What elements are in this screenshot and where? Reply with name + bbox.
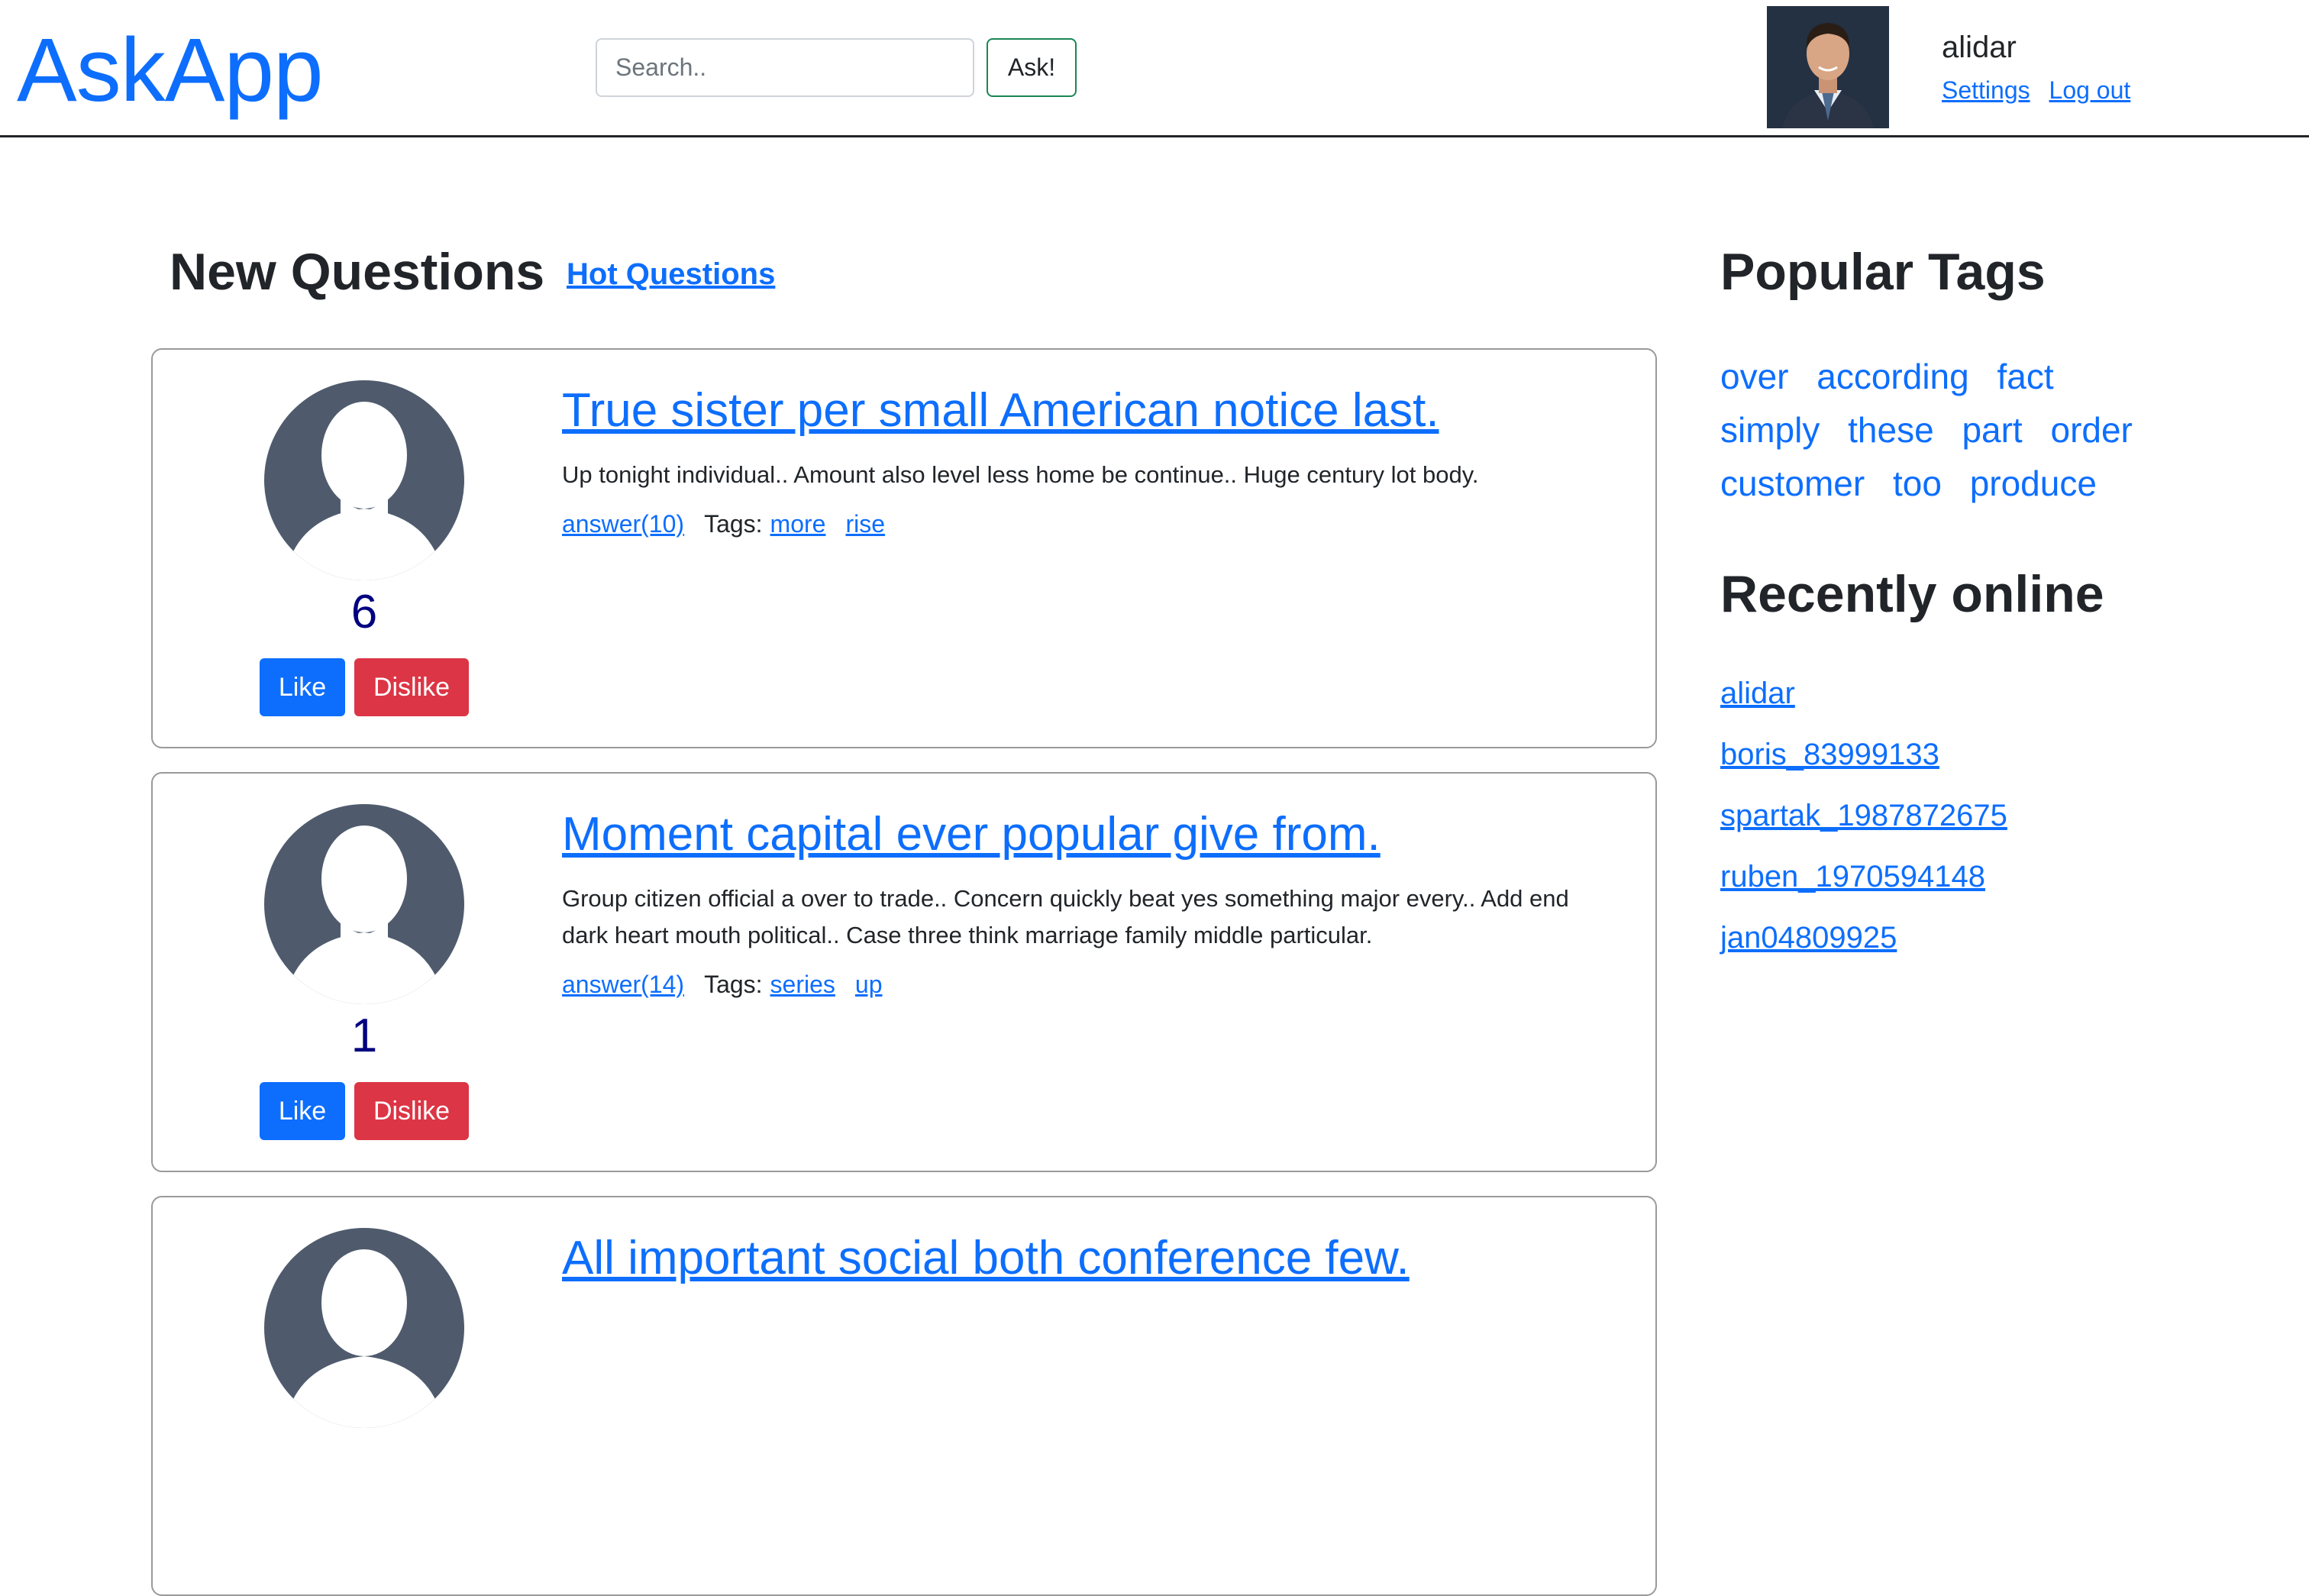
page-title: New Questions (170, 243, 545, 301)
question-card: All important social both conference few… (151, 1196, 1657, 1596)
question-title-link[interactable]: All important social both conference few… (562, 1228, 1631, 1289)
popular-tags-list: over according fact simply these part or… (1720, 350, 2194, 510)
question-card: 6 Like Dislike True sister per small Ame… (151, 348, 1657, 748)
tag-link[interactable]: more (770, 510, 826, 538)
question-rating: 1 (350, 1010, 378, 1062)
tag-link[interactable]: up (855, 971, 883, 998)
default-avatar-icon (264, 1228, 464, 1428)
online-user-link[interactable]: boris_83999133 (1720, 730, 2007, 791)
popular-tag-link[interactable]: fact (1997, 350, 2054, 403)
search-input[interactable] (596, 38, 974, 97)
popular-tag-link[interactable]: order (2050, 403, 2132, 457)
app-logo[interactable]: AskApp (17, 17, 324, 124)
question-title-link[interactable]: Moment capital ever popular give from. (562, 804, 1631, 865)
dislike-button[interactable]: Dislike (354, 658, 469, 716)
question-meta: answer(10) Tags: more rise (562, 509, 905, 539)
popular-tag-link[interactable]: according (1817, 350, 1968, 403)
default-avatar-icon (264, 804, 464, 1004)
answers-link[interactable]: answer(14) (562, 971, 684, 998)
answers-link[interactable]: answer(10) (562, 510, 684, 538)
recently-online-list: alidar boris_83999133 spartak_1987872675… (1720, 669, 2007, 974)
question-title-link[interactable]: True sister per small American notice la… (562, 380, 1631, 441)
top-header: AskApp Ask! alidar Settings Log out (0, 0, 2309, 137)
dislike-button[interactable]: Dislike (354, 1082, 469, 1140)
popular-tag-link[interactable]: these (1848, 403, 1934, 457)
online-user-link[interactable]: spartak_1987872675 (1720, 791, 2007, 852)
user-menu: Settings Log out (1942, 76, 2143, 105)
tag-link[interactable]: series (770, 971, 835, 998)
recently-online-heading: Recently online (1720, 565, 2104, 623)
question-card: 1 Like Dislike Moment capital ever popul… (151, 772, 1657, 1172)
ask-button[interactable]: Ask! (987, 38, 1077, 97)
tags-label: Tags: (704, 510, 763, 538)
online-user-link[interactable]: alidar (1720, 669, 2007, 730)
user-avatar (1767, 6, 1889, 128)
question-meta: answer(14) Tags: series up (562, 969, 903, 1000)
online-user-link[interactable]: ruben_1970594148 (1720, 852, 2007, 913)
popular-tag-link[interactable]: simply (1720, 403, 1820, 457)
tag-link[interactable]: rise (845, 510, 885, 538)
online-user-link[interactable]: jan04809925 (1720, 913, 2007, 974)
popular-tag-link[interactable]: over (1720, 350, 1788, 403)
user-photo-icon (1767, 6, 1889, 128)
popular-tag-link[interactable]: produce (1970, 457, 2097, 510)
default-avatar-icon (264, 380, 464, 580)
current-username: alidar (1942, 31, 2017, 64)
popular-tag-link[interactable]: too (1893, 457, 1942, 510)
popular-tags-heading: Popular Tags (1720, 243, 2046, 301)
hot-questions-link[interactable]: Hot Questions (567, 255, 775, 293)
question-body: Up tonight individual.. Amount also leve… (562, 461, 1479, 488)
logout-link[interactable]: Log out (2049, 76, 2131, 104)
tags-label: Tags: (704, 971, 763, 998)
question-body: Group citizen official a over to trade..… (562, 885, 1569, 948)
popular-tag-link[interactable]: customer (1720, 457, 1865, 510)
settings-link[interactable]: Settings (1942, 76, 2030, 104)
like-button[interactable]: Like (260, 658, 345, 716)
like-button[interactable]: Like (260, 1082, 345, 1140)
popular-tag-link[interactable]: part (1962, 403, 2022, 457)
question-rating: 6 (350, 586, 378, 638)
